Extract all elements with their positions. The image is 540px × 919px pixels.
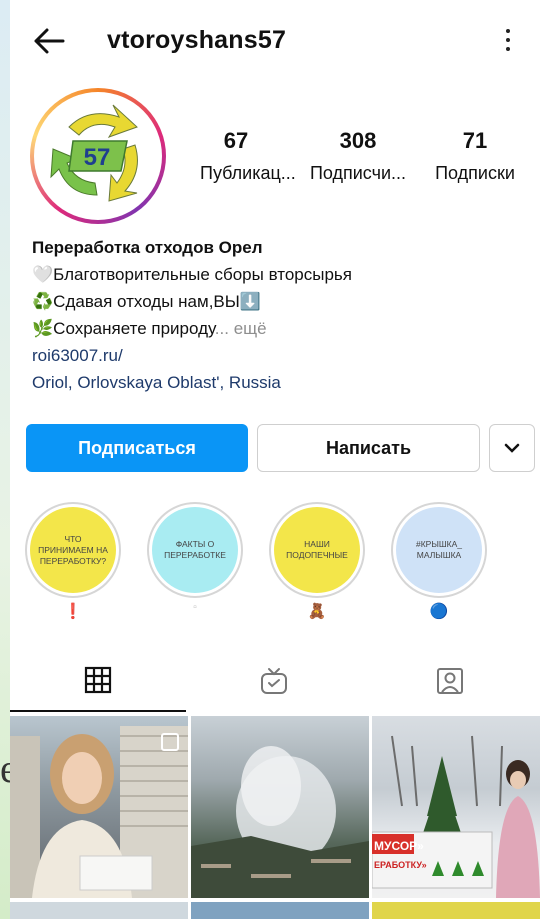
- profile-name: Переработка отходов Орел: [32, 238, 263, 257]
- highlight-item[interactable]: Наши подопечные 🧸: [269, 502, 365, 624]
- highlight-item[interactable]: Что принимаем на переработку? ❗: [25, 502, 121, 624]
- profile-tabs: [10, 650, 540, 712]
- tab-tagged[interactable]: [362, 650, 538, 712]
- chevron-down-icon: [504, 443, 520, 453]
- message-button[interactable]: Написать: [257, 424, 480, 472]
- more-link[interactable]: ... ещё: [215, 319, 267, 338]
- tab-grid[interactable]: [10, 650, 186, 712]
- post-photo-smoke-landfill: [191, 746, 369, 898]
- highlight-caption: 🧸: [307, 603, 327, 620]
- tab-igtv[interactable]: [186, 650, 362, 712]
- bio-line: 🌿Сохраняете природу... ещё: [32, 319, 267, 338]
- highlight-item[interactable]: #Крышка_ малышка 🔵: [391, 502, 487, 624]
- tagged-user-icon: [437, 668, 463, 694]
- svg-text:МУСОР»: МУСОР»: [374, 839, 424, 853]
- more-options-icon[interactable]: [498, 26, 518, 56]
- location-link[interactable]: Oriol, Orlovskaya Oblast', Russia: [32, 369, 522, 396]
- post-thumbnail[interactable]: [191, 716, 369, 898]
- highlight-cover: Что принимаем на переработку?: [30, 507, 116, 593]
- highlight-caption: ▫: [193, 602, 197, 613]
- post-thumbnail[interactable]: [10, 902, 188, 919]
- profile-screen: vtoroyshans57 57 67 Публикац... 308 Подп…: [10, 0, 540, 919]
- post-thumbnail[interactable]: [191, 902, 369, 919]
- highlight-item[interactable]: Факты о переработке ▫: [147, 502, 243, 624]
- stat-following[interactable]: 71 Подписки: [428, 128, 522, 184]
- posts-count: 67: [223, 128, 249, 153]
- following-label: Подписки: [435, 163, 515, 183]
- back-arrow-icon[interactable]: [32, 26, 66, 56]
- followers-count: 308: [339, 128, 377, 153]
- post-photo-banner-with-woman: МУСОР» ЕРАБОТКУ»: [372, 735, 540, 898]
- post-photo-woman-with-paper: [10, 726, 188, 898]
- followers-label: Подписчи...: [309, 163, 407, 183]
- suggested-dropdown-button[interactable]: [489, 424, 535, 472]
- highlight-cover: Факты о переработке: [152, 507, 238, 593]
- top-bar: vtoroyshans57: [10, 0, 540, 82]
- highlight-caption: ❗: [63, 603, 83, 620]
- highlight-cover: Наши подопечные: [274, 507, 360, 593]
- post-thumbnail[interactable]: [372, 902, 540, 919]
- avatar-badge: 57: [84, 144, 111, 171]
- svg-text:ЕРАБОТКУ»: ЕРАБОТКУ»: [374, 860, 427, 870]
- post-thumbnail[interactable]: [10, 716, 188, 898]
- recycle-logo-icon: 57: [39, 97, 157, 215]
- avatar[interactable]: 57: [30, 88, 166, 224]
- stat-posts[interactable]: 67 Публикац...: [200, 128, 296, 184]
- bio-line: ♻️Сдавая отходы нам,ВЫ⬇️: [32, 292, 261, 311]
- highlight-caption: 🔵: [429, 603, 449, 620]
- posts-label: Публикац...: [200, 163, 296, 183]
- bio-line: 🤍Благотворительные сборы вторсырья: [32, 265, 352, 284]
- posts-grid: МУСОР» ЕРАБОТКУ»: [10, 716, 540, 919]
- follow-button[interactable]: Подписаться: [26, 424, 248, 472]
- highlight-cover: #Крышка_ малышка: [396, 507, 482, 593]
- igtv-icon: [261, 668, 287, 694]
- grid-icon: [84, 666, 112, 694]
- stat-followers[interactable]: 308 Подписчи...: [303, 128, 413, 184]
- following-count: 71: [462, 128, 488, 153]
- website-link[interactable]: roi63007.ru/: [32, 342, 522, 369]
- profile-username: vtoroyshans57: [107, 26, 287, 54]
- post-thumbnail[interactable]: МУСОР» ЕРАБОТКУ»: [372, 716, 540, 898]
- profile-bio: Переработка отходов Орел 🤍Благотворитель…: [32, 234, 522, 396]
